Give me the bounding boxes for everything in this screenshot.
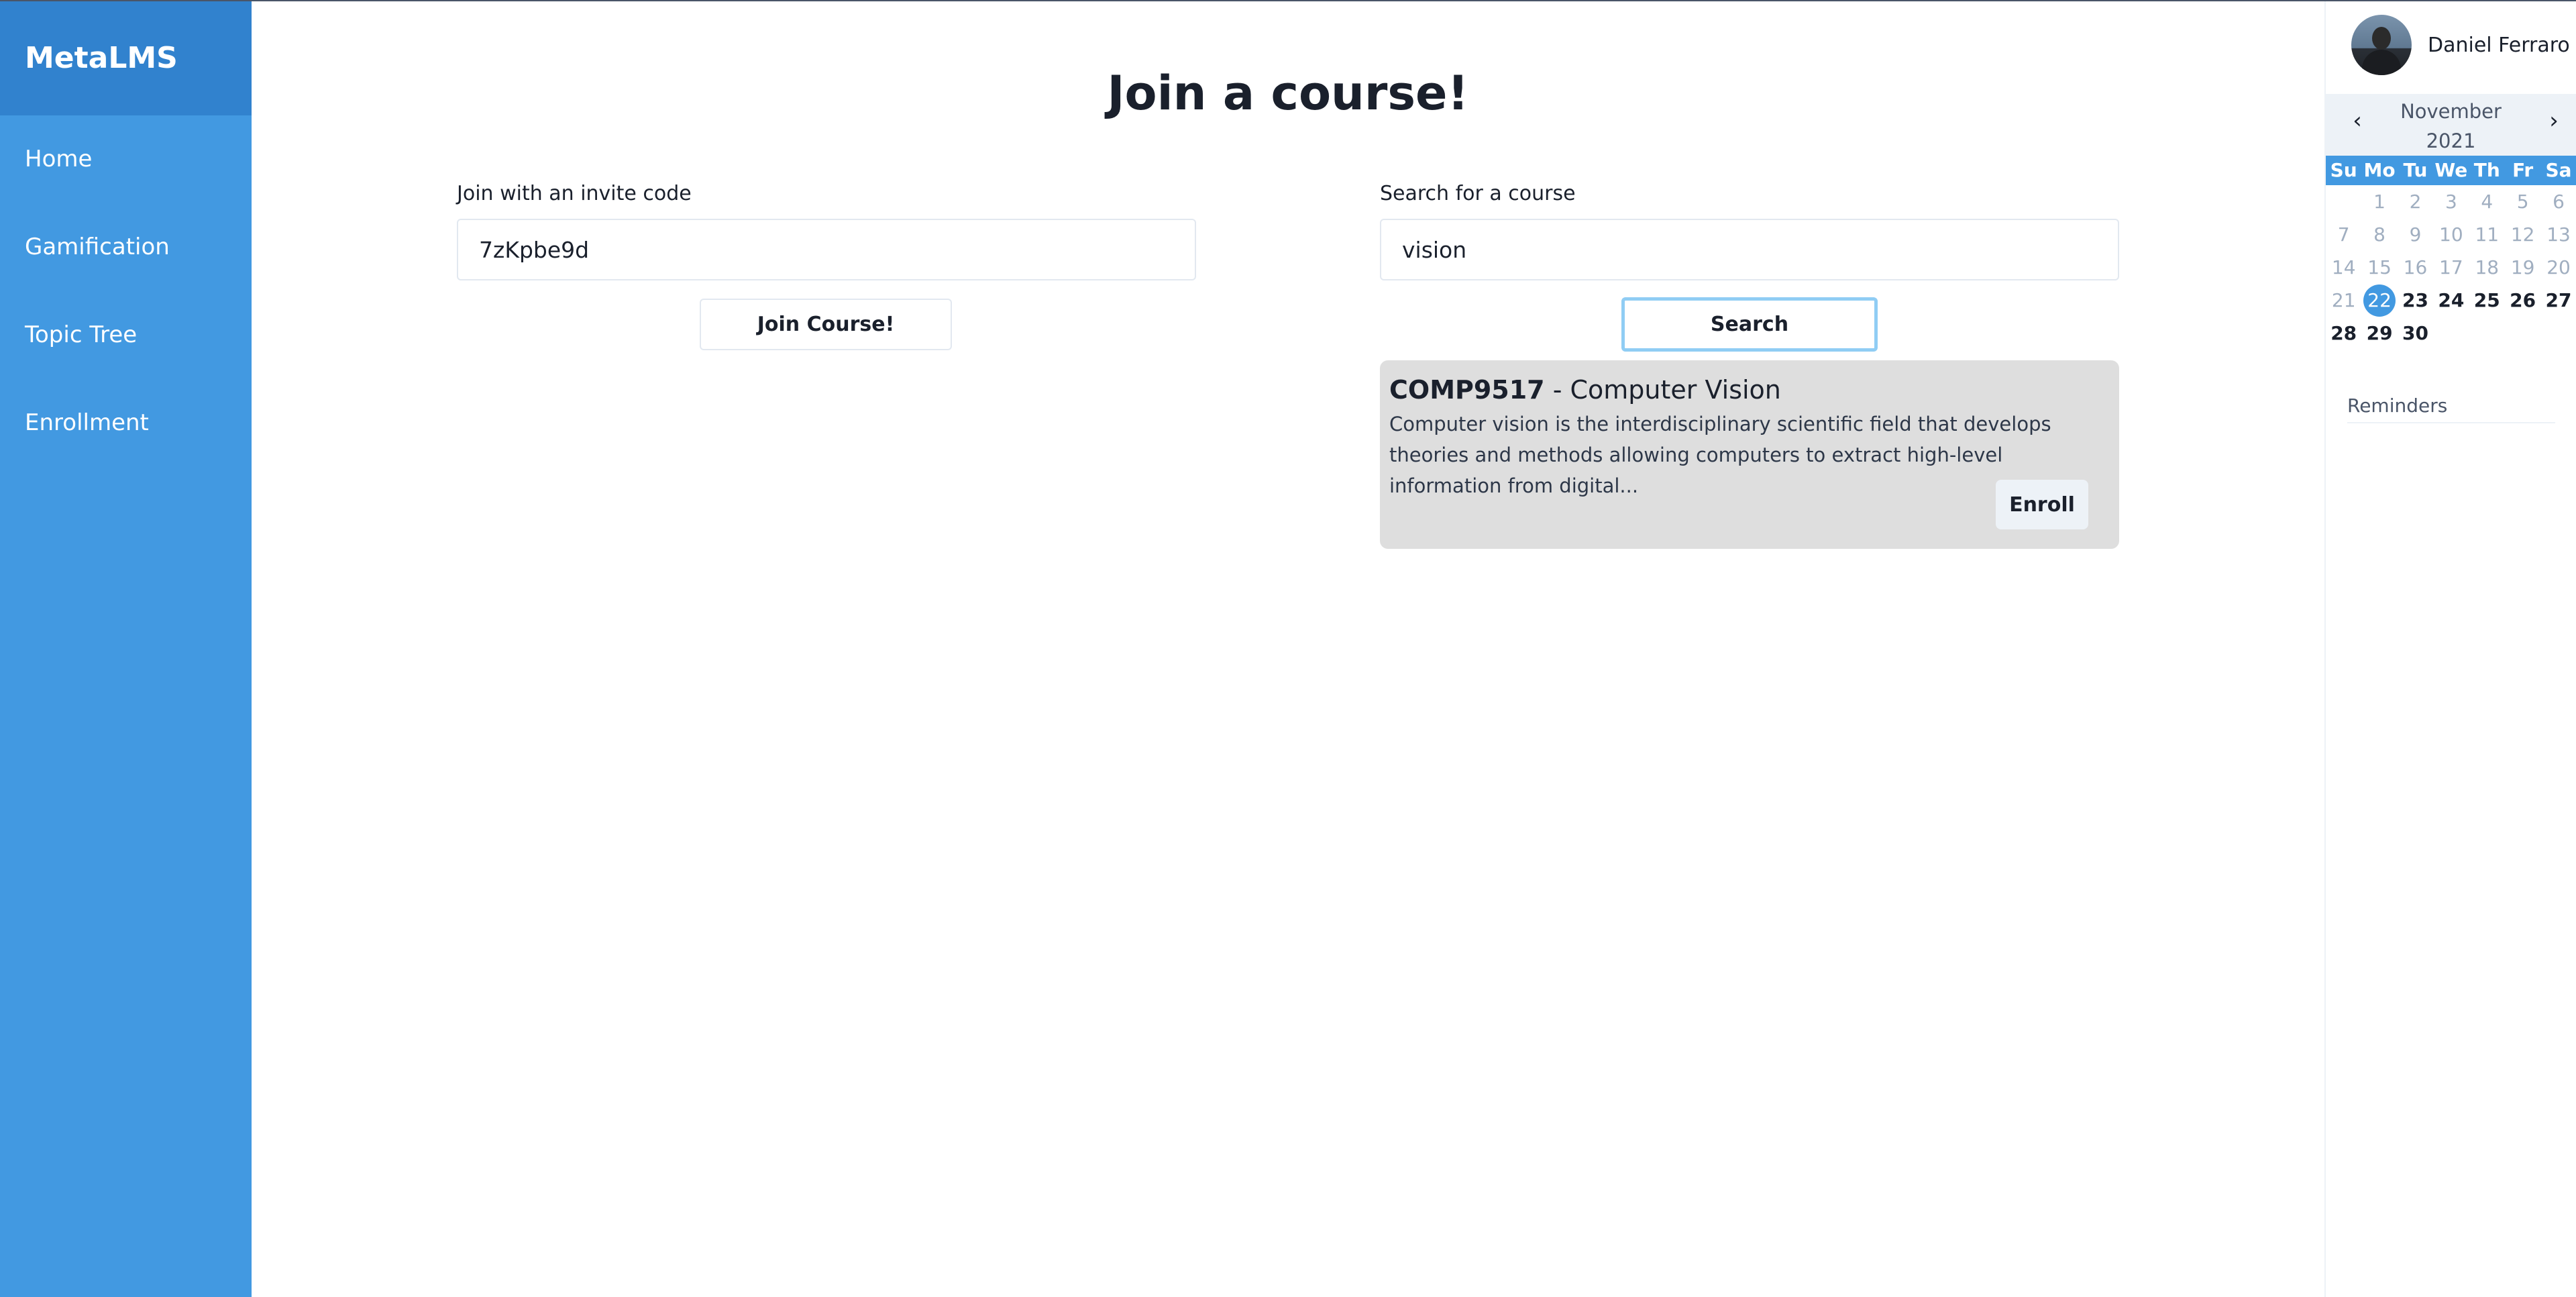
- invite-code-label: Join with an invite code: [457, 182, 692, 205]
- calendar-day[interactable]: 25: [2469, 284, 2505, 317]
- calendar-day[interactable]: 21: [2326, 284, 2361, 317]
- calendar-week-row: 123456: [2326, 185, 2576, 218]
- sidebar-item-enrollment[interactable]: Enrollment: [0, 379, 252, 467]
- calendar-week-row: 28 29 30: [2326, 317, 2576, 350]
- calendar-day[interactable]: 24: [2433, 284, 2469, 317]
- right-panel: Daniel Ferraro ‹ November 2021 › Su Mo T…: [2324, 0, 2576, 1297]
- course-name: Computer Vision: [1570, 375, 1781, 405]
- enroll-button[interactable]: Enroll: [1996, 480, 2088, 529]
- weekday-label: We: [2434, 159, 2468, 181]
- course-title-separator: -: [1544, 375, 1570, 405]
- calendar-days: 1 2 3 4 5 6 7 8 9 10 11 12 13 14 15 16 17 18 19 20 21 22 23 24 2…: [2326, 185, 2576, 350]
- calendar-week-row: 21 22 23 24 25 26 27: [2326, 284, 2576, 317]
- calendar-day[interactable]: 19: [2505, 251, 2540, 284]
- main-content: Join a course! Join with an invite code …: [252, 0, 2324, 1297]
- avatar[interactable]: [2351, 15, 2412, 75]
- user-name: Daniel Ferraro: [2428, 33, 2570, 57]
- search-button[interactable]: Search: [1621, 297, 1878, 352]
- calendar-day[interactable]: 10: [2433, 218, 2469, 251]
- course-result-card: COMP9517 - Computer Vision Computer visi…: [1380, 360, 2119, 549]
- calendar-day[interactable]: 27: [2540, 284, 2576, 317]
- chevron-right-icon[interactable]: ›: [2537, 107, 2571, 134]
- sidebar-item-home[interactable]: Home: [0, 115, 252, 203]
- calendar-week-row: 14 15 16 17 18 19 20: [2326, 251, 2576, 284]
- calendar-day[interactable]: 17: [2433, 251, 2469, 284]
- course-code: COMP9517: [1389, 375, 1545, 405]
- calendar-day[interactable]: 16: [2398, 251, 2433, 284]
- calendar-day[interactable]: 11: [2469, 218, 2505, 251]
- calendar-day[interactable]: 6: [2540, 185, 2576, 218]
- sidebar: MetaLMS Home Gamification Topic Tree Enr…: [0, 0, 252, 1297]
- calendar-day-empty: [2505, 317, 2540, 350]
- reminders-heading: Reminders: [2347, 395, 2555, 423]
- calendar-day[interactable]: 28: [2326, 317, 2361, 350]
- weekday-label: Tu: [2403, 159, 2428, 181]
- calendar-day[interactable]: 29: [2361, 317, 2397, 350]
- calendar-day[interactable]: 5: [2505, 185, 2540, 218]
- calendar-day-empty: [2433, 317, 2469, 350]
- calendar: ‹ November 2021 › Su Mo Tu We Th Fr Sa 1…: [2326, 94, 2576, 350]
- brand-logo[interactable]: MetaLMS: [0, 0, 252, 115]
- calendar-day[interactable]: 4: [2469, 185, 2505, 218]
- calendar-day[interactable]: 15: [2361, 251, 2397, 284]
- calendar-day[interactable]: 13: [2540, 218, 2576, 251]
- join-course-button[interactable]: Join Course!: [700, 299, 952, 350]
- calendar-day[interactable]: 9: [2398, 218, 2433, 251]
- window-top-border: [0, 0, 2576, 1]
- weekday-label: Th: [2473, 159, 2500, 181]
- calendar-day-empty: [2469, 317, 2505, 350]
- weekday-label: Su: [2330, 159, 2357, 181]
- calendar-day[interactable]: 23: [2398, 284, 2433, 317]
- calendar-week-row: 7 8 9 10 11 12 13: [2326, 218, 2576, 251]
- calendar-day[interactable]: 2: [2398, 185, 2433, 218]
- calendar-day-empty: [2326, 185, 2361, 218]
- calendar-day[interactable]: 3: [2433, 185, 2469, 218]
- calendar-weekday-row: Su Mo Tu We Th Fr Sa: [2326, 156, 2576, 185]
- calendar-day[interactable]: 30: [2398, 317, 2433, 350]
- weekday-label: Fr: [2512, 159, 2534, 181]
- search-course-label: Search for a course: [1380, 182, 1576, 205]
- page-title: Join a course!: [1107, 66, 1469, 121]
- sidebar-item-topic-tree[interactable]: Topic Tree: [0, 291, 252, 379]
- invite-code-input[interactable]: [457, 219, 1196, 280]
- course-search-input[interactable]: [1380, 219, 2119, 280]
- calendar-day[interactable]: 1: [2361, 185, 2397, 218]
- calendar-day[interactable]: 22: [2361, 284, 2397, 317]
- sidebar-item-gamification[interactable]: Gamification: [0, 203, 252, 291]
- calendar-day[interactable]: 26: [2505, 284, 2540, 317]
- calendar-day-empty: [2540, 317, 2576, 350]
- course-title: COMP9517 - Computer Vision: [1389, 375, 1781, 405]
- calendar-day[interactable]: 12: [2505, 218, 2540, 251]
- calendar-header: ‹ November 2021 ›: [2326, 94, 2576, 156]
- weekday-label: Mo: [2363, 159, 2396, 181]
- weekday-label: Sa: [2545, 159, 2572, 181]
- calendar-day[interactable]: 8: [2361, 218, 2397, 251]
- user-profile[interactable]: Daniel Ferraro: [2351, 15, 2570, 75]
- calendar-day[interactable]: 18: [2469, 251, 2505, 284]
- calendar-day[interactable]: 20: [2540, 251, 2576, 284]
- calendar-day[interactable]: 14: [2326, 251, 2361, 284]
- calendar-day[interactable]: 7: [2326, 218, 2361, 251]
